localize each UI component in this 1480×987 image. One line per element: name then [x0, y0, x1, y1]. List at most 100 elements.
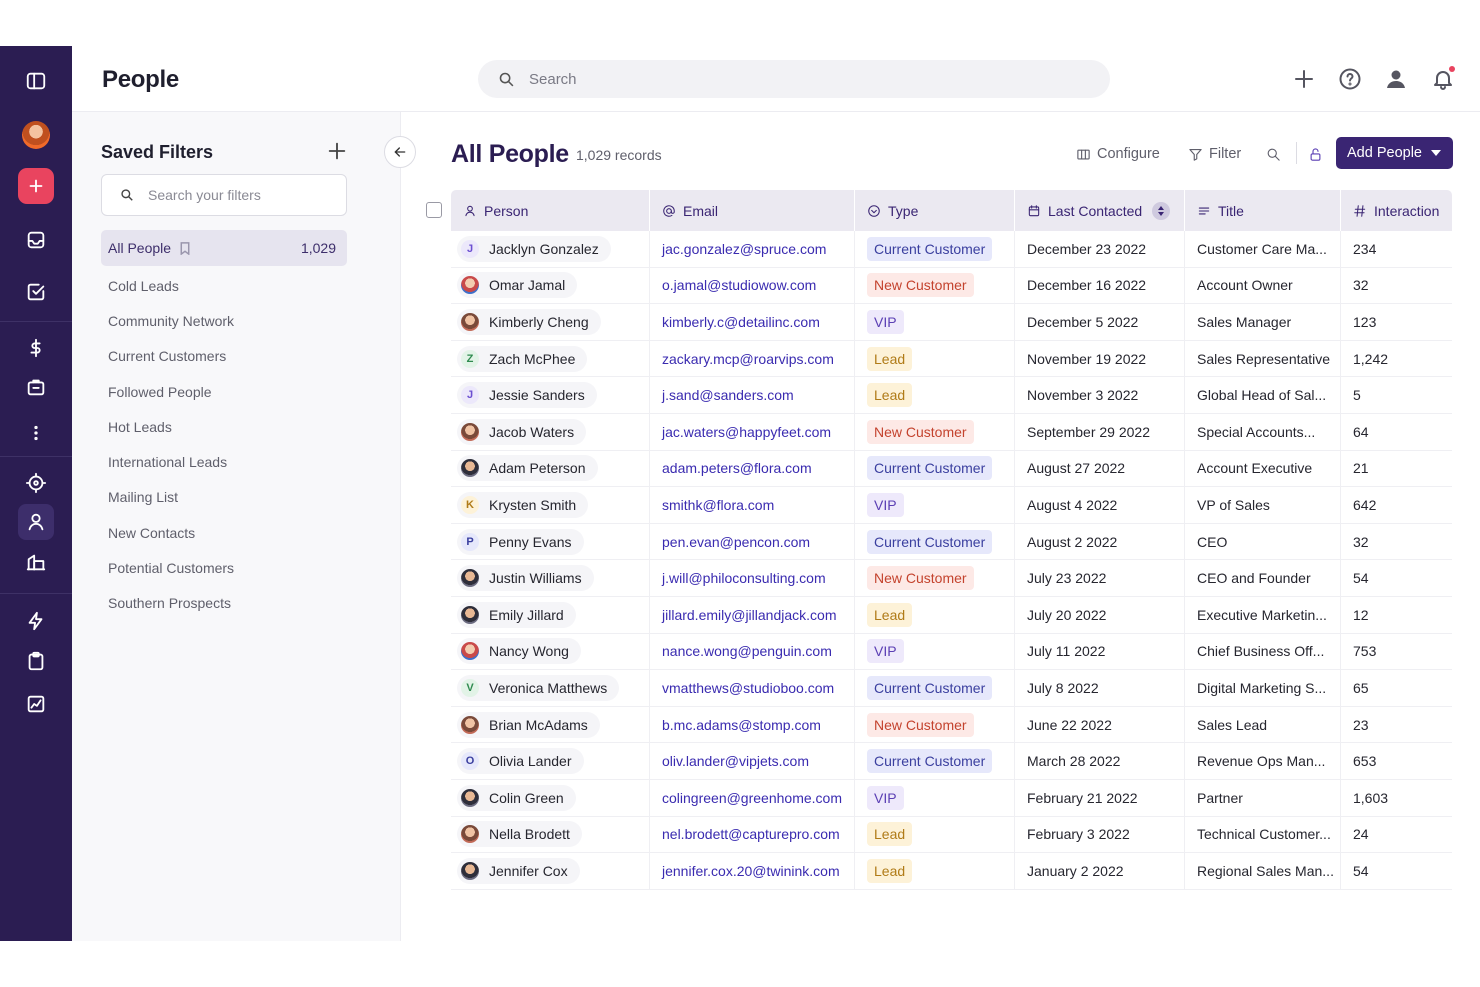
select-all-checkbox[interactable] [426, 202, 442, 218]
sidebar-toggle-icon[interactable] [18, 63, 54, 99]
person-chip[interactable]: Emily Jillard [457, 601, 576, 628]
bell-icon[interactable] [1430, 66, 1456, 92]
more-icon[interactable] [18, 415, 54, 451]
person-chip[interactable]: Z Zach McPhee [457, 345, 588, 372]
email-link[interactable]: oliv.lander@vipjets.com [662, 753, 809, 769]
person-chip[interactable]: Jacob Waters [457, 418, 587, 445]
table-row[interactable]: Emily Jillard jillard.emily@jillandjack.c… [451, 596, 1452, 634]
person-chip[interactable]: J Jessie Sanders [457, 382, 597, 409]
filter-item-all-people[interactable]: All People 1,029 [101, 230, 347, 266]
lightning-icon[interactable] [18, 603, 54, 639]
person-chip[interactable]: K Krysten Smith [457, 491, 589, 518]
person-chip[interactable]: P Penny Evans [457, 528, 584, 555]
filter-item-new-contacts[interactable]: New Contacts [101, 515, 347, 550]
type-badge[interactable]: Current Customer [867, 456, 993, 481]
briefcase-icon[interactable] [18, 369, 54, 405]
table-row[interactable]: Nella Brodett nel.brodett@capturepro.com L… [451, 816, 1452, 854]
column-header-interaction[interactable]: Interaction [1341, 190, 1452, 231]
filter-item-mailing-list[interactable]: Mailing List [101, 480, 347, 515]
sort-icon[interactable] [1152, 201, 1171, 220]
profile-icon[interactable] [1383, 66, 1409, 92]
table-row[interactable]: Kimberly Cheng kimberly.c@detailinc.com VI… [451, 304, 1452, 341]
email-link[interactable]: jennifer.cox.20@twinink.com [662, 863, 840, 879]
table-row[interactable]: P Penny Evans pen.evan@pencon.com Current C… [451, 523, 1452, 561]
type-badge[interactable]: Current Customer [867, 529, 993, 554]
filter-button[interactable]: Filter [1188, 144, 1241, 164]
table-row[interactable]: Nancy Wong nance.wong@penguin.com VIP July … [451, 633, 1452, 671]
filter-item-community-network[interactable]: Community Network [101, 303, 347, 338]
person-chip[interactable]: V Veronica Matthews [457, 674, 620, 701]
type-badge[interactable]: VIP [867, 785, 904, 810]
email-link[interactable]: vmatthews@studioboo.com [662, 680, 834, 696]
user-avatar[interactable] [22, 121, 50, 149]
table-row[interactable]: Brian McAdams b.mc.adams@stomp.com New Cus… [451, 706, 1452, 744]
type-badge[interactable]: Lead [867, 602, 913, 627]
table-row[interactable]: Justin Williams j.will@philoconsulting.co… [451, 560, 1452, 597]
column-header-title[interactable]: Title [1185, 190, 1341, 231]
collapse-panel-button[interactable] [384, 136, 416, 168]
table-row[interactable]: K Krysten Smith smithk@flora.com VIP August … [451, 487, 1452, 524]
table-row[interactable]: V Veronica Matthews vmatthews@studioboo.co… [451, 670, 1452, 707]
search-input[interactable] [529, 70, 1089, 88]
type-badge[interactable]: VIP [867, 492, 904, 517]
email-link[interactable]: jillard.emily@jillandjack.com [662, 607, 836, 623]
inbox-icon[interactable] [18, 222, 54, 258]
type-badge[interactable]: New Customer [867, 273, 974, 298]
email-link[interactable]: j.will@philoconsulting.com [662, 570, 826, 586]
add-icon[interactable] [18, 168, 54, 204]
filter-item-international-leads[interactable]: International Leads [101, 444, 347, 479]
table-row[interactable]: Jacob Waters jac.waters@happyfeet.com New … [451, 413, 1452, 451]
global-search[interactable] [478, 60, 1110, 98]
column-header-email[interactable]: Email [650, 190, 855, 231]
person-chip[interactable]: Adam Peterson [457, 455, 598, 482]
filter-item-current-customers[interactable]: Current Customers [101, 339, 347, 374]
bookmark-icon[interactable] [179, 241, 191, 256]
type-badge[interactable]: Lead [867, 383, 913, 408]
email-link[interactable]: jac.gonzalez@spruce.com [662, 241, 826, 257]
table-row[interactable]: Jennifer Cox jennifer.cox.20@twinink.com L… [451, 853, 1452, 890]
person-chip[interactable]: Nella Brodett [457, 821, 582, 848]
email-link[interactable]: zackary.mcp@roarvips.com [662, 351, 834, 367]
email-link[interactable]: nel.brodett@capturepro.com [662, 826, 840, 842]
filter-item-hot-leads[interactable]: Hot Leads [101, 409, 347, 444]
email-link[interactable]: colingreen@greenhome.com [662, 790, 842, 806]
chart-icon[interactable] [18, 686, 54, 722]
table-row[interactable]: J Jessie Sanders j.sand@sanders.com Lead Nov… [451, 377, 1452, 414]
dollar-icon[interactable] [18, 330, 54, 366]
type-badge[interactable]: VIP [867, 639, 904, 664]
type-badge[interactable]: New Customer [867, 566, 974, 591]
plus-icon[interactable] [1291, 66, 1317, 92]
email-link[interactable]: pen.evan@pencon.com [662, 534, 810, 550]
person-chip[interactable]: Colin Green [457, 784, 576, 811]
filter-item-followed-people[interactable]: Followed People [101, 374, 347, 409]
person-chip[interactable]: Kimberly Cheng [457, 308, 601, 335]
tasks-icon[interactable] [18, 274, 54, 310]
type-badge[interactable]: New Customer [867, 712, 974, 737]
email-link[interactable]: o.jamal@studiowow.com [662, 277, 816, 293]
type-badge[interactable]: Lead [867, 858, 913, 883]
column-header-person[interactable]: Person [451, 190, 650, 231]
target-icon[interactable] [18, 465, 54, 501]
email-link[interactable]: kimberly.c@detailinc.com [662, 314, 820, 330]
table-row[interactable]: O Olivia Lander oliv.lander@vipjets.com Cur… [451, 743, 1452, 780]
add-filter-icon[interactable] [326, 140, 348, 162]
type-badge[interactable]: New Customer [867, 419, 974, 444]
filter-search[interactable] [101, 174, 347, 216]
table-row[interactable]: Omar Jamal o.jamal@studiowow.com New Custo… [451, 267, 1452, 305]
person-chip[interactable]: Nancy Wong [457, 638, 581, 665]
type-badge[interactable]: Current Customer [867, 236, 993, 261]
email-link[interactable]: adam.peters@flora.com [662, 460, 812, 476]
configure-button[interactable]: Configure [1076, 144, 1160, 164]
person-chip[interactable]: Omar Jamal [457, 272, 578, 299]
email-link[interactable]: smithk@flora.com [662, 497, 774, 513]
type-badge[interactable]: VIP [867, 309, 904, 334]
person-chip[interactable]: O Olivia Lander [457, 748, 584, 775]
filter-item-cold-leads[interactable]: Cold Leads [101, 268, 347, 303]
person-chip[interactable]: Brian McAdams [457, 711, 600, 738]
person-chip[interactable]: Jennifer Cox [457, 857, 580, 884]
email-link[interactable]: jac.waters@happyfeet.com [662, 424, 831, 440]
filter-item-southern-prospects[interactable]: Southern Prospects [101, 586, 347, 621]
building-icon[interactable] [18, 544, 54, 580]
table-row[interactable]: Adam Peterson adam.peters@flora.com Curren… [451, 450, 1452, 488]
email-link[interactable]: j.sand@sanders.com [662, 387, 794, 403]
